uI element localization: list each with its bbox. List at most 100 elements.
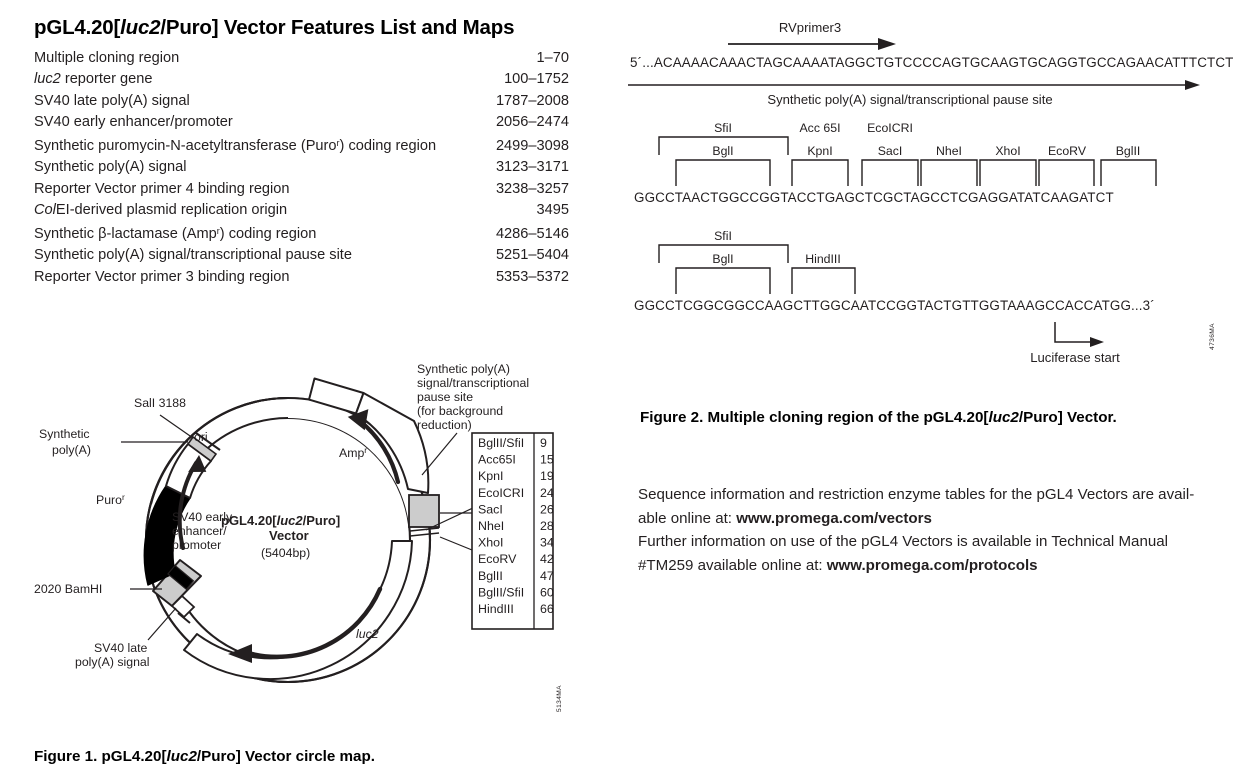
feature-mcs-marker [408, 494, 440, 537]
center-vector-word: Vector [269, 528, 309, 543]
top-sequence-line: 5´...ACAAAACAAACTAGCAAAATAGGCTGTCCCCAGTG… [630, 55, 1234, 70]
label-puro-r: Puror [96, 492, 125, 507]
bracket-bgli-2 [675, 267, 771, 294]
feature-row: Reporter Vector primer 4 binding region 3… [34, 179, 569, 200]
feature-row: Synthetic β-lactamase (Ampr) coding regi… [34, 221, 569, 245]
info-line-3: Further information on use of the pGL4 V… [638, 530, 1198, 554]
mcs-site-position: 15 [540, 453, 554, 467]
center-vector-size: (5404bp) [261, 546, 310, 560]
bracket-bgli-1 [675, 159, 771, 186]
mcs-site-enzyme: BglII/SfiI [478, 436, 524, 450]
mcs-block1-sequence: GGCCTAACTGGCCGGTACCTGAGCTCGCTAGCCTCGAGGA… [634, 190, 1114, 205]
mcs-site-enzyme: EcoICRI [478, 486, 524, 500]
figure1-caption-pre: Figure 1. pGL4.20[ [34, 748, 167, 765]
label-sv40-early-line2: enhancer/ [172, 524, 227, 538]
mcs-site-enzyme: HindIII [478, 602, 514, 616]
label-polya-pause-line5: reduction) [417, 418, 472, 432]
feature-name: Reporter Vector primer 3 binding region [34, 268, 290, 285]
label-bgli-2: BglI [712, 252, 733, 266]
mcs-site-position: 66 [540, 602, 554, 616]
feature-row: Synthetic poly(A) signal/transcriptional… [34, 245, 569, 266]
mcs-site-position: 9 [540, 436, 547, 450]
feature-row: Reporter Vector primer 3 binding region 5… [34, 267, 569, 288]
info-line-2b: #TM259 available online at: [638, 556, 827, 574]
leader-sv40-late [147, 607, 177, 641]
info-line-4: #TM259 available online at: www.promega.… [638, 554, 1198, 578]
figure2-caption-pre: Figure 2. Multiple cloning region of the… [640, 409, 989, 426]
figure2-caption: Figure 2. Multiple cloning region of the… [640, 409, 1200, 426]
luciferase-start-bracket [1054, 322, 1090, 343]
label-bglii-1: BglII [1116, 144, 1141, 158]
label-sfii-1: SfiI [714, 121, 732, 135]
page-title-pre: pGL4.20[ [34, 16, 121, 39]
polya-pause-arrow-label: Synthetic poly(A) signal/transcriptional… [767, 92, 1052, 107]
label-synthetic-polya-line2: poly(A) [52, 443, 91, 457]
mcs-tick-1 [409, 527, 440, 532]
feature-name: Synthetic poly(A) signal [34, 159, 187, 176]
info-line-2: able online at: www.promega.com/vectors [638, 507, 1198, 531]
mcs-site-table: BglII/SfiI 9 Acc65I 15 KpnI 19 EcoICRI 24 SacI 26… [471, 432, 554, 630]
feature-name: Synthetic poly(A) signal/transcriptional… [34, 247, 352, 264]
feature-range: 5251–5404 [495, 247, 569, 264]
mcs-site-enzyme: Acc65I [478, 453, 516, 467]
mcs-site-enzyme: NheI [478, 519, 504, 533]
bracket-nhei [920, 159, 978, 186]
mcs-gray-box [408, 494, 440, 528]
feature-name: Reporter Vector primer 4 binding region [34, 180, 290, 197]
label-hindiii: HindIII [805, 252, 841, 266]
figure2-caption-post: /Puro] Vector. [1018, 409, 1117, 426]
page-title: pGL4.20[luc2/Puro] Vector Features List … [34, 16, 594, 40]
feature-row: SV40 late poly(A) signal 1787–2008 [34, 91, 569, 112]
bracket-hindiii [791, 267, 856, 294]
feature-range: 3123–3171 [495, 159, 569, 176]
mcs-site-enzyme: BglII/SfiI [478, 585, 524, 599]
label-ori: ori [194, 430, 208, 444]
label-amp-r: Ampr [339, 445, 367, 460]
bracket-xhoi [979, 159, 1037, 186]
protocols-link[interactable]: www.promega.com/protocols [827, 557, 1038, 574]
mcs-site-enzyme: KpnI [478, 469, 504, 483]
mcs-tick-2 [409, 532, 440, 537]
label-acc65i: Acc 65I [799, 121, 840, 135]
vector-features-list: Multiple cloning region 1–70 luc2 reporter… [34, 48, 569, 288]
label-polya-pause-line4: (for background [417, 404, 503, 418]
info-block: Sequence information and restriction enz… [638, 483, 1198, 577]
page-title-italic: luc2 [120, 16, 161, 39]
feature-name: SV40 early enhancer/promoter [34, 113, 233, 130]
vectors-link[interactable]: www.promega.com/vectors [736, 510, 932, 527]
rvprimer3-arrowhead [878, 38, 896, 50]
figure2-catalog-code: 4736MA [1209, 323, 1216, 350]
label-sv40-late-line2: poly(A) signal [75, 655, 150, 669]
page-title-post: /Puro] Vector Features List and Maps [160, 16, 515, 39]
info-line-2a: Further information on use of the pGL4 V… [638, 533, 1168, 550]
leader-mcs-box-c [439, 536, 473, 551]
mcs-site-position: 19 [540, 469, 554, 483]
feature-row: ColEI-derived plasmid replication origin… [34, 200, 569, 221]
luciferase-start-arrowhead [1090, 337, 1104, 347]
vector-circle-map: SalI 3188 Synthetic poly(A) ori Puror Am… [20, 345, 590, 735]
feature-range: 3238–3257 [495, 180, 569, 197]
mcs-site-position: 34 [540, 536, 554, 550]
info-line-1b: able online at: [638, 509, 737, 527]
leader-polya-pause [421, 432, 458, 476]
feature-range: 3495 [536, 201, 569, 218]
mcs-site-position: 26 [540, 502, 554, 516]
label-sall: SalI 3188 [134, 396, 186, 410]
mcs-site-enzyme: XhoI [478, 536, 504, 550]
circle-map-svg: SalI 3188 Synthetic poly(A) ori Puror Am… [34, 362, 554, 684]
luc2-band [183, 540, 413, 680]
feature-name: ColEI-derived plasmid replication origin [34, 201, 288, 218]
polya-pause-arrowhead [1185, 80, 1200, 90]
label-bamhi: 2020 BamHI [34, 582, 102, 596]
label-kpni: KpnI [807, 144, 832, 158]
feature-name: Synthetic β-lactamase (Ampr) coding regi… [34, 225, 317, 242]
feature-range: 5353–5372 [495, 268, 569, 285]
label-nhei: NheI [936, 144, 962, 158]
mcs-block-1: SfiI BglI Acc 65I KpnI EcoICRI SacI NheI… [634, 121, 1157, 205]
feature-name: Multiple cloning region [34, 50, 180, 66]
label-polya-pause-line1: Synthetic poly(A) [417, 362, 510, 376]
mcs-site-position: 60 [540, 585, 554, 599]
feature-range: 2499–3098 [495, 137, 569, 154]
bracket-kpni [791, 159, 849, 186]
feature-row: luc2 reporter gene 100–1752 [34, 69, 569, 90]
